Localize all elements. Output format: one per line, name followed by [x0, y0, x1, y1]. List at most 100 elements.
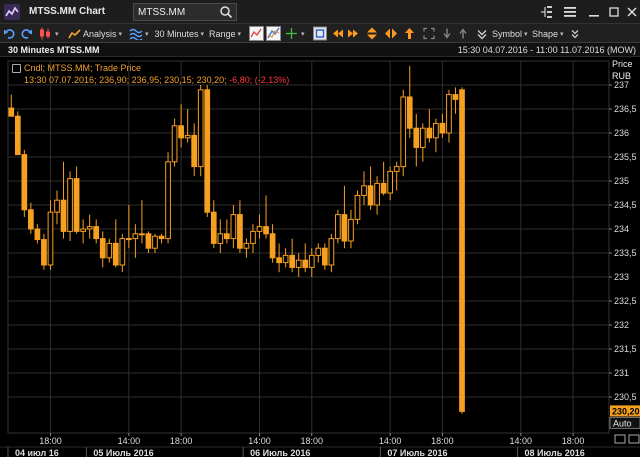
- candle-body[interactable]: [158, 235, 165, 240]
- undo-icon[interactable]: [3, 26, 17, 41]
- candlestick-chart[interactable]: 237 236,5 236 235,5 235 234,5 234 233,5 233 232,5…: [0, 57, 640, 457]
- symbol-menu[interactable]: Symbol ▾: [492, 26, 528, 41]
- candle-body[interactable]: [256, 226, 263, 232]
- chevron-down-icon[interactable]: [476, 26, 488, 41]
- candle-body[interactable]: [459, 89, 465, 412]
- maximize-icon[interactable]: [606, 4, 622, 20]
- candle-body[interactable]: [197, 89, 204, 168]
- analysis-menu[interactable]: Analysis ▾: [68, 26, 122, 41]
- candle-body[interactable]: [354, 194, 361, 220]
- candle-body[interactable]: [41, 239, 47, 266]
- candle-body[interactable]: [165, 161, 171, 240]
- candle-body[interactable]: [348, 218, 354, 242]
- menu-icon[interactable]: [562, 4, 578, 20]
- candle-body[interactable]: [400, 96, 407, 168]
- candle-body[interactable]: [419, 127, 426, 148]
- candle-body[interactable]: [217, 233, 224, 244]
- zoom-vertical-icon[interactable]: [366, 26, 378, 41]
- candle-body[interactable]: [8, 107, 15, 117]
- shape-menu[interactable]: Shape ▾: [532, 26, 564, 41]
- candle-body[interactable]: [210, 211, 217, 244]
- scroll-window-icon[interactable]: [614, 434, 626, 444]
- candle-body[interactable]: [204, 89, 211, 213]
- candle-body[interactable]: [387, 170, 394, 194]
- candle-body[interactable]: [393, 166, 400, 172]
- range-menu[interactable]: Range ▾: [209, 26, 241, 41]
- candle-body[interactable]: [145, 233, 152, 249]
- candle-body[interactable]: [223, 233, 230, 240]
- candle-body[interactable]: [367, 185, 374, 206]
- interval-menu[interactable]: ▾ 30 Minutes ▾: [129, 26, 204, 41]
- candle-body[interactable]: [99, 238, 106, 259]
- candle-body[interactable]: [282, 254, 289, 264]
- candle-body[interactable]: [269, 233, 276, 259]
- candle-body[interactable]: [406, 96, 413, 129]
- compare-style-icon[interactable]: [266, 26, 281, 41]
- candle-body[interactable]: [315, 247, 322, 256]
- close-icon[interactable]: [624, 4, 640, 20]
- candle-body[interactable]: [47, 211, 54, 266]
- candle-body[interactable]: [132, 233, 139, 240]
- candle-body[interactable]: [119, 238, 126, 266]
- candle-body[interactable]: [374, 182, 380, 206]
- zoom-horizontal-icon[interactable]: [385, 26, 397, 41]
- minimize-icon[interactable]: [586, 4, 602, 20]
- candle-body[interactable]: [171, 125, 178, 163]
- plot-area[interactable]: [7, 60, 610, 434]
- candle-body[interactable]: [341, 214, 348, 242]
- candle-body[interactable]: [184, 134, 191, 139]
- candle-body[interactable]: [34, 228, 41, 241]
- candle-body[interactable]: [139, 233, 145, 236]
- line-style-icon[interactable]: [249, 26, 264, 41]
- candle-body[interactable]: [73, 178, 80, 232]
- candle-body[interactable]: [230, 214, 237, 240]
- candle-body[interactable]: [21, 154, 28, 211]
- candle-body[interactable]: [289, 254, 296, 268]
- candle-body[interactable]: [178, 125, 184, 139]
- candle-body[interactable]: [60, 199, 67, 232]
- candle-body[interactable]: [321, 247, 328, 266]
- chart-type-caret-icon[interactable]: ▾: [55, 26, 59, 41]
- candle-body[interactable]: [93, 226, 100, 240]
- scroll-right-icon[interactable]: [347, 26, 359, 41]
- symbol-input[interactable]: [138, 6, 216, 19]
- candle-body[interactable]: [250, 230, 256, 244]
- price-chart[interactable]: 237 236,5 236 235,5 235 234,5 234 233,5 233 232,5…: [0, 57, 640, 457]
- candle-body[interactable]: [413, 127, 420, 148]
- candle-body[interactable]: [361, 185, 367, 196]
- more-chevron-icon[interactable]: [570, 26, 580, 41]
- candle-body[interactable]: [335, 214, 341, 240]
- candle-body[interactable]: [237, 214, 243, 249]
- candle-body[interactable]: [14, 115, 21, 156]
- arrow-down-icon[interactable]: [442, 26, 452, 41]
- crosshair-icon[interactable]: [285, 26, 298, 41]
- candle-body[interactable]: [112, 242, 119, 266]
- candle-body[interactable]: [152, 235, 158, 249]
- scroll-window-icon[interactable]: [628, 434, 640, 444]
- candle-body[interactable]: [276, 257, 282, 264]
- candle-body[interactable]: [28, 209, 34, 230]
- candle-body[interactable]: [243, 242, 250, 249]
- fit-icon[interactable]: [423, 26, 435, 41]
- candle-body[interactable]: [67, 178, 73, 232]
- candle-body[interactable]: [106, 242, 113, 259]
- candle-body[interactable]: [191, 134, 198, 168]
- search-icon[interactable]: [219, 5, 233, 19]
- candle-body[interactable]: [295, 259, 302, 268]
- zoom-in-arrow-icon[interactable]: [404, 26, 415, 41]
- arrow-up-icon[interactable]: [458, 26, 468, 41]
- candle-body[interactable]: [80, 228, 86, 232]
- crosshair-caret-icon[interactable]: ▾: [301, 26, 305, 41]
- candle-body[interactable]: [54, 199, 60, 213]
- candle-body[interactable]: [452, 94, 459, 100]
- candle-body[interactable]: [380, 182, 387, 194]
- scroll-left-icon[interactable]: [332, 26, 344, 41]
- candle-body[interactable]: [446, 94, 452, 134]
- zoom-box-icon[interactable]: [313, 26, 327, 41]
- candle-body[interactable]: [439, 122, 446, 134]
- layout-tree-icon[interactable]: [538, 4, 554, 20]
- symbol-search-box[interactable]: [133, 3, 237, 21]
- candle-body[interactable]: [86, 226, 93, 230]
- candle-body[interactable]: [126, 238, 132, 241]
- candle-body[interactable]: [433, 122, 439, 139]
